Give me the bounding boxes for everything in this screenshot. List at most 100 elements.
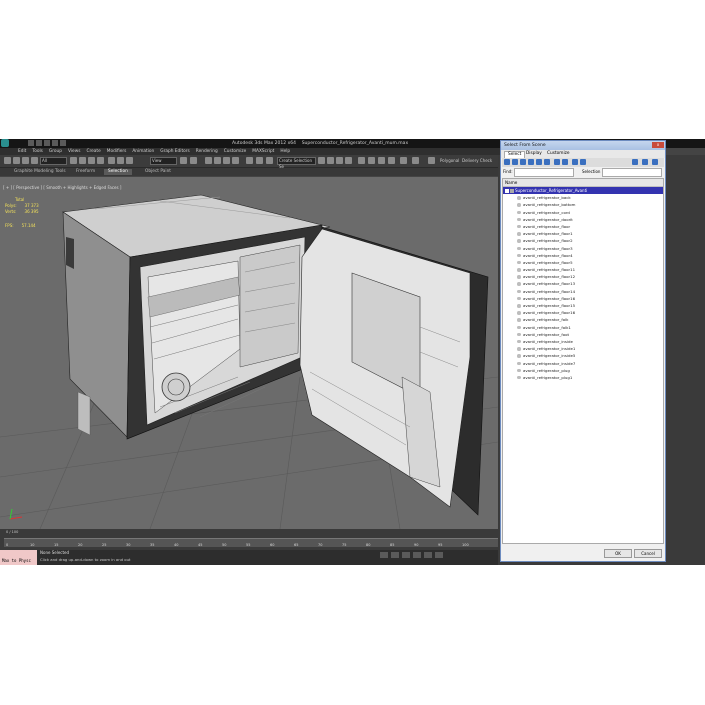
menu-create[interactable]: Create	[86, 148, 100, 155]
list-scrollbar[interactable]	[663, 187, 664, 543]
open-file-icon[interactable]	[36, 140, 42, 146]
list-item[interactable]: avanti_refrigerator_plug1	[503, 374, 663, 381]
layer-manager-icon[interactable]	[318, 157, 325, 164]
schematic-view-icon[interactable]	[345, 157, 352, 164]
reference-coordinate-dropdown[interactable]: View	[150, 157, 177, 165]
display-shapes-icon[interactable]	[512, 159, 518, 165]
tab-graphite-modeling-tools[interactable]: Graphite Modeling Tools	[10, 169, 70, 175]
list-item[interactable]: avanti_refrigerator_cord	[503, 209, 663, 216]
display-spacewarps-icon[interactable]	[544, 159, 550, 165]
list-item[interactable]: avanti_refrigerator_inside5	[503, 352, 663, 359]
list-item[interactable]: avanti_refrigerator_floor2	[503, 237, 663, 244]
display-xrefs-icon[interactable]	[562, 159, 568, 165]
list-item[interactable]: avanti_refrigerator_inside7	[503, 360, 663, 367]
list-item[interactable]: avanti_refrigerator_floor1	[503, 230, 663, 237]
scene-object-list[interactable]: Name Superconductor_Refrigerator_Avanti …	[502, 178, 664, 544]
delivery-check-label[interactable]: Delivery Check	[462, 158, 492, 163]
display-groups-icon[interactable]	[554, 159, 560, 165]
undo-icon[interactable]	[52, 140, 58, 146]
selection-set-dropdown[interactable]	[602, 168, 662, 177]
menu-group[interactable]: Group	[49, 148, 62, 155]
render-icon[interactable]	[388, 157, 395, 164]
menu-animation[interactable]: Animation	[132, 148, 154, 155]
menu-edit[interactable]: Edit	[18, 148, 26, 155]
list-item[interactable]: avanti_refrigerator_folk	[503, 316, 663, 323]
display-cameras-icon[interactable]	[528, 159, 534, 165]
angle-snap-icon[interactable]	[214, 157, 221, 164]
spinner-snap-icon[interactable]	[232, 157, 239, 164]
undo-icon[interactable]	[4, 157, 11, 164]
pivot-icon[interactable]	[180, 157, 187, 164]
list-item-root[interactable]: Superconductor_Refrigerator_Avanti	[503, 187, 663, 195]
viewport-toggle-icon[interactable]	[412, 157, 419, 164]
list-item[interactable]: avanti_refrigerator_plug	[503, 367, 663, 374]
ok-button[interactable]: OK	[604, 549, 632, 558]
menu-customize[interactable]: Customize	[224, 148, 247, 155]
move-icon[interactable]	[108, 157, 115, 164]
menu-modifiers[interactable]: Modifiers	[107, 148, 127, 155]
curve-editor-icon[interactable]	[336, 157, 343, 164]
display-bones-icon[interactable]	[572, 159, 578, 165]
polygonal-icon[interactable]	[428, 157, 435, 164]
select-object-icon[interactable]	[70, 157, 77, 164]
percent-snap-icon[interactable]	[223, 157, 230, 164]
time-slider-label[interactable]: 0 / 100	[6, 530, 18, 534]
rendered-frame-icon[interactable]	[378, 157, 385, 164]
set-key-button[interactable]	[413, 552, 421, 558]
menu-tools[interactable]: Tools	[32, 148, 43, 155]
render-setup-icon[interactable]	[368, 157, 375, 164]
menu-help[interactable]: Help	[280, 148, 290, 155]
name-column-header[interactable]: Name	[503, 179, 663, 187]
menu-views[interactable]: Views	[68, 148, 80, 155]
list-item[interactable]: avanti_refrigerator_floor12	[503, 273, 663, 280]
teapot-icon[interactable]	[400, 157, 407, 164]
snap-toggle-icon[interactable]	[205, 157, 212, 164]
list-item[interactable]: avanti_refrigerator_floor	[503, 223, 663, 230]
list-item[interactable]: avanti_refrigerator_floor3	[503, 245, 663, 252]
hierarchy-icon[interactable]	[642, 159, 648, 165]
tab-customize[interactable]: Customize	[544, 151, 573, 157]
window-crossing-icon[interactable]	[97, 157, 104, 164]
tab-freeform[interactable]: Freeform	[72, 169, 99, 175]
list-item[interactable]: avanti_refrigerator_floor13	[503, 280, 663, 287]
cancel-button[interactable]: Cancel	[634, 549, 662, 558]
list-item[interactable]: avanti_refrigerator_bottom	[503, 201, 663, 208]
display-lights-icon[interactable]	[520, 159, 526, 165]
menu-maxscript[interactable]: MAXScript	[252, 148, 274, 155]
tab-selection[interactable]: Selection	[104, 169, 132, 175]
dialog-title[interactable]: Select From Scene	[501, 141, 665, 150]
display-all-icon[interactable]	[580, 159, 586, 165]
maxscript-listener[interactable]: Max to Physc	[0, 550, 37, 565]
rotate-icon[interactable]	[117, 157, 124, 164]
list-item[interactable]: avanti_refrigerator_foot	[503, 331, 663, 338]
close-button[interactable]: x	[652, 142, 664, 148]
list-item[interactable]: avanti_refrigerator_folk1	[503, 324, 663, 331]
options-icon[interactable]	[652, 159, 658, 165]
find-input[interactable]	[514, 168, 574, 177]
next-frame-icon[interactable]	[435, 552, 443, 558]
select-manipulate-icon[interactable]	[190, 157, 197, 164]
app-logo-icon[interactable]	[1, 139, 9, 147]
redo-icon[interactable]	[60, 140, 66, 146]
save-file-icon[interactable]	[44, 140, 50, 146]
track-bar[interactable]: 0 10 15 20 25 30 35 40 45 50 55 60 65 70…	[4, 538, 498, 547]
expand-icon[interactable]	[505, 188, 509, 193]
rectangle-select-icon[interactable]	[88, 157, 95, 164]
display-geometry-icon[interactable]	[504, 159, 510, 165]
absolute-mode-icon[interactable]	[391, 552, 399, 558]
tab-object-paint[interactable]: Object Paint	[141, 169, 175, 175]
mirror-icon[interactable]	[256, 157, 263, 164]
menu-rendering[interactable]: Rendering	[196, 148, 218, 155]
list-item[interactable]: avanti_refrigerator_floor5	[503, 259, 663, 266]
select-by-name-icon[interactable]	[79, 157, 86, 164]
link-icon[interactable]	[22, 157, 29, 164]
list-item[interactable]: avanti_refrigerator_inside	[503, 338, 663, 345]
edit-named-selection-icon[interactable]	[246, 157, 253, 164]
list-item[interactable]: avanti_refrigerator_floor14	[503, 288, 663, 295]
scale-icon[interactable]	[126, 157, 133, 164]
list-item[interactable]: avanti_refrigerator_floor16	[503, 295, 663, 302]
unlink-icon[interactable]	[31, 157, 38, 164]
list-item[interactable]: avanti_refrigerator_floor16	[503, 309, 663, 316]
graphite-toggle-icon[interactable]	[327, 157, 334, 164]
lock-selection-icon[interactable]	[380, 552, 388, 558]
